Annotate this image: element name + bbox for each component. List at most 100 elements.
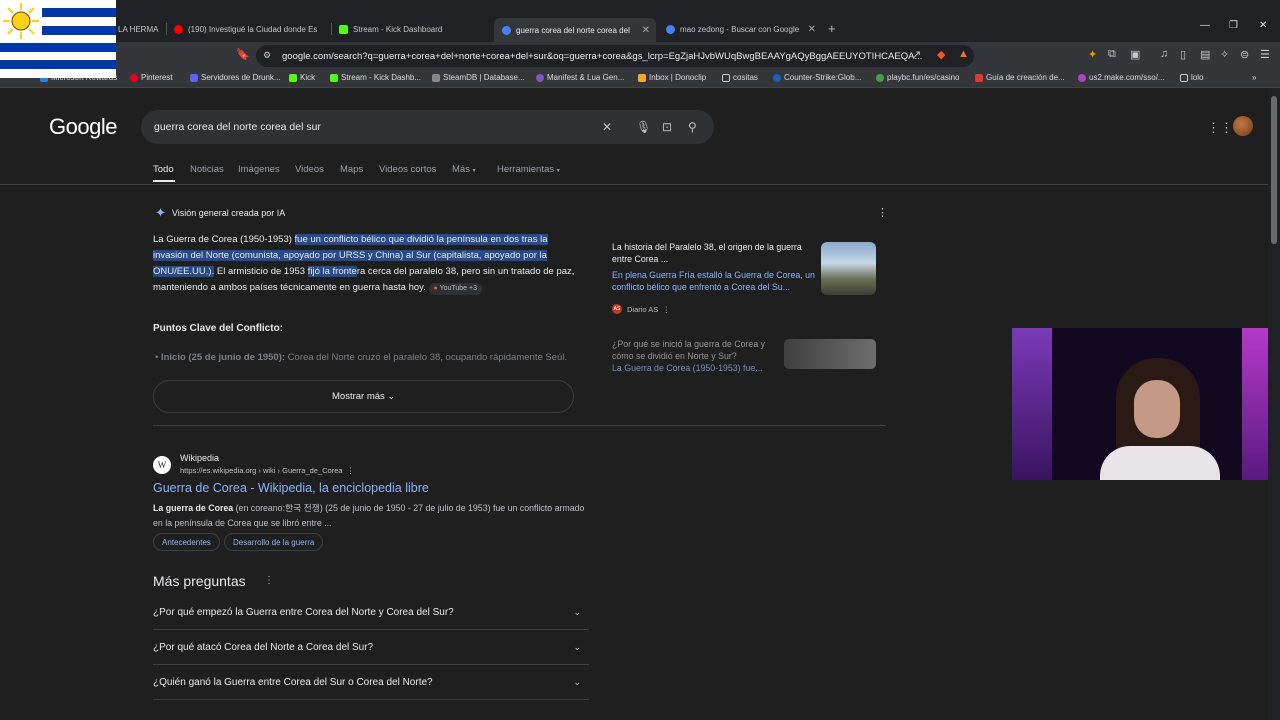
close-window-icon[interactable]: ✕	[1259, 20, 1267, 31]
uruguay-flag-overlay	[0, 0, 116, 78]
webcam-overlay	[1012, 328, 1280, 480]
close-icon[interactable]: ✕	[802, 24, 816, 35]
tab-item-active[interactable]: guerra corea del norte corea del ✕	[494, 18, 656, 42]
source-thumbnail[interactable]	[821, 242, 876, 295]
chevron-down-icon: ⌄	[573, 642, 581, 652]
extension-icon[interactable]: ✦	[1088, 48, 1097, 61]
more-options-icon[interactable]: ⋮	[662, 305, 670, 314]
tab-images[interactable]: Imágenes	[238, 164, 280, 175]
minimize-icon[interactable]: —	[1200, 20, 1210, 31]
bookmark-item[interactable]: Manifest & Lua Gen...	[536, 73, 624, 82]
tab-tools[interactable]: Herramientas ▾	[497, 164, 560, 175]
pinterest-icon	[130, 73, 138, 82]
sidebar-icon[interactable]: ▯	[1180, 48, 1186, 61]
sun-icon	[3, 3, 39, 39]
puzzle-icon[interactable]: ⧉	[1108, 48, 1116, 61]
result-site-name: Wikipedia	[180, 453, 220, 463]
folder-icon	[722, 73, 730, 82]
more-questions-title: Más preguntas	[153, 573, 246, 589]
restore-icon[interactable]: ❐	[1229, 20, 1238, 31]
page-scrollbar[interactable]	[1268, 88, 1280, 720]
wallet-icon[interactable]: ▤	[1200, 48, 1210, 61]
tab-separator	[331, 23, 332, 35]
steam-icon	[773, 73, 781, 82]
bookmark-item[interactable]: Kick	[289, 73, 315, 82]
tab-maps[interactable]: Maps	[340, 164, 363, 175]
chevron-down-icon: ⌄	[573, 607, 581, 617]
tab-item[interactable]: (190) Investigué la Ciudad donde Es✕	[174, 18, 324, 40]
close-icon[interactable]: ✕	[636, 25, 650, 36]
tab-news[interactable]: Noticias	[190, 164, 224, 175]
bookmark-item[interactable]: Pinterest	[130, 73, 173, 82]
bookmark-item[interactable]: Inbox | Donoclip	[638, 73, 706, 82]
clear-icon[interactable]: ✕	[602, 120, 612, 134]
bookmark-item[interactable]: Stream - Kick Dashb...	[330, 73, 421, 82]
flag-canton	[0, 0, 42, 43]
person-face	[1134, 380, 1180, 438]
discord-icon	[190, 73, 198, 82]
site-info-icon[interactable]: ⚙	[263, 50, 271, 61]
question-item[interactable]: ¿Por qué atacó Corea del Norte a Corea d…	[153, 631, 589, 665]
source-chip[interactable]: ● YouTube +3	[428, 283, 482, 295]
tab-item[interactable]: LA HERMA	[118, 18, 164, 40]
show-more-button[interactable]: Mostrar más ⌄	[153, 380, 574, 413]
avatar[interactable]	[1233, 116, 1253, 136]
caret-down-icon: ▾	[556, 168, 560, 174]
scrollbar-thumb[interactable]	[1271, 96, 1277, 244]
bookmark-item[interactable]: playbc.fun/es/casino	[876, 73, 960, 82]
sitelink-chip[interactable]: Antecedentes	[153, 533, 220, 551]
bookmark-item[interactable]: SteamDB | Database...	[432, 73, 525, 82]
brave-shield-icon[interactable]: ◆	[937, 48, 945, 61]
bookmark-folder[interactable]: cositas	[722, 73, 758, 82]
bookmark-item[interactable]: Counter-Strike:Glob...	[773, 73, 861, 82]
leo-icon[interactable]: ✧	[1220, 48, 1229, 61]
question-item[interactable]: ¿Por qué empezó la Guerra entre Corea de…	[153, 596, 589, 630]
ai-source-card[interactable]: La historia del Paralelo 38, el origen d…	[612, 241, 817, 293]
search-input[interactable]: guerra corea del norte corea del sur	[141, 110, 714, 144]
bookmark-item[interactable]: Servidores de Drunk...	[190, 73, 281, 82]
tab-videos[interactable]: Videos	[295, 164, 324, 175]
ai-overview-text: La Guerra de Corea (1950-1953) fue un co…	[153, 234, 575, 295]
tab-label: Stream - Kick Dashboard	[353, 24, 443, 34]
kick-icon	[289, 73, 297, 82]
wikipedia-icon: W	[153, 456, 171, 474]
tab-item[interactable]: mao zedong - Buscar con Google ✕	[666, 18, 816, 40]
sitelink-chip[interactable]: Desarrollo de la guerra	[224, 533, 324, 551]
menu-icon[interactable]: ☰	[1260, 48, 1270, 61]
tab-all[interactable]: Todo	[153, 164, 174, 175]
selected-text: fijó la fronte	[307, 266, 357, 277]
google-logo[interactable]: Google	[49, 114, 117, 140]
tab-item[interactable]: Stream - Kick Dashboard	[339, 18, 489, 40]
header-divider	[0, 184, 1268, 185]
question-item[interactable]: ¿Quién ganó la Guerra entre Corea del Su…	[153, 666, 589, 700]
more-options-icon[interactable]: ⋮	[264, 575, 274, 586]
manifest-icon	[536, 73, 544, 82]
chevron-down-icon: ⌄	[573, 677, 581, 687]
result-title-link[interactable]: Guerra de Corea - Wikipedia, la enciclop…	[153, 481, 429, 495]
bookmark-item[interactable]: Guía de creación de...	[975, 73, 1065, 82]
tab-short-videos[interactable]: Videos cortos	[379, 164, 436, 175]
key-points-title: Puntos Clave del Conflicto:	[153, 323, 284, 334]
more-bookmarks-icon[interactable]: »	[1252, 73, 1256, 82]
lens-icon[interactable]: ⊡	[662, 120, 672, 134]
more-options-icon[interactable]: ⋮	[877, 206, 888, 219]
tab-more[interactable]: Más ▾	[452, 164, 476, 175]
ai-source-card[interactable]: ¿Por qué se inició la guerra de Corea y …	[612, 338, 782, 373]
mic-icon[interactable]: 🎙	[636, 120, 651, 134]
source-thumbnail[interactable]	[784, 339, 876, 369]
vpn-icon[interactable]: ⊜	[1240, 48, 1249, 61]
bookmark-item[interactable]: us2.make.com/sso/...	[1078, 73, 1165, 82]
search-query: guerra corea del norte corea del sur	[154, 121, 321, 133]
section-divider	[153, 425, 886, 426]
search-icon[interactable]: ⚲	[688, 120, 697, 134]
new-tab-button[interactable]: +	[828, 21, 836, 36]
close-icon[interactable]: ✕	[317, 24, 324, 35]
bookmark-icon[interactable]: 🔖	[236, 48, 250, 61]
address-bar[interactable]: google.com/search?q=guerra+corea+del+nor…	[256, 45, 974, 67]
more-options-icon[interactable]: ⋮	[347, 466, 355, 475]
music-icon[interactable]: ♫	[1160, 48, 1168, 60]
tabs-icon[interactable]: ▣	[1130, 48, 1140, 61]
share-icon[interactable]: ↗	[912, 48, 921, 61]
bookmark-folder[interactable]: lolo	[1180, 73, 1203, 82]
brave-rewards-icon[interactable]: ▲	[958, 48, 969, 60]
